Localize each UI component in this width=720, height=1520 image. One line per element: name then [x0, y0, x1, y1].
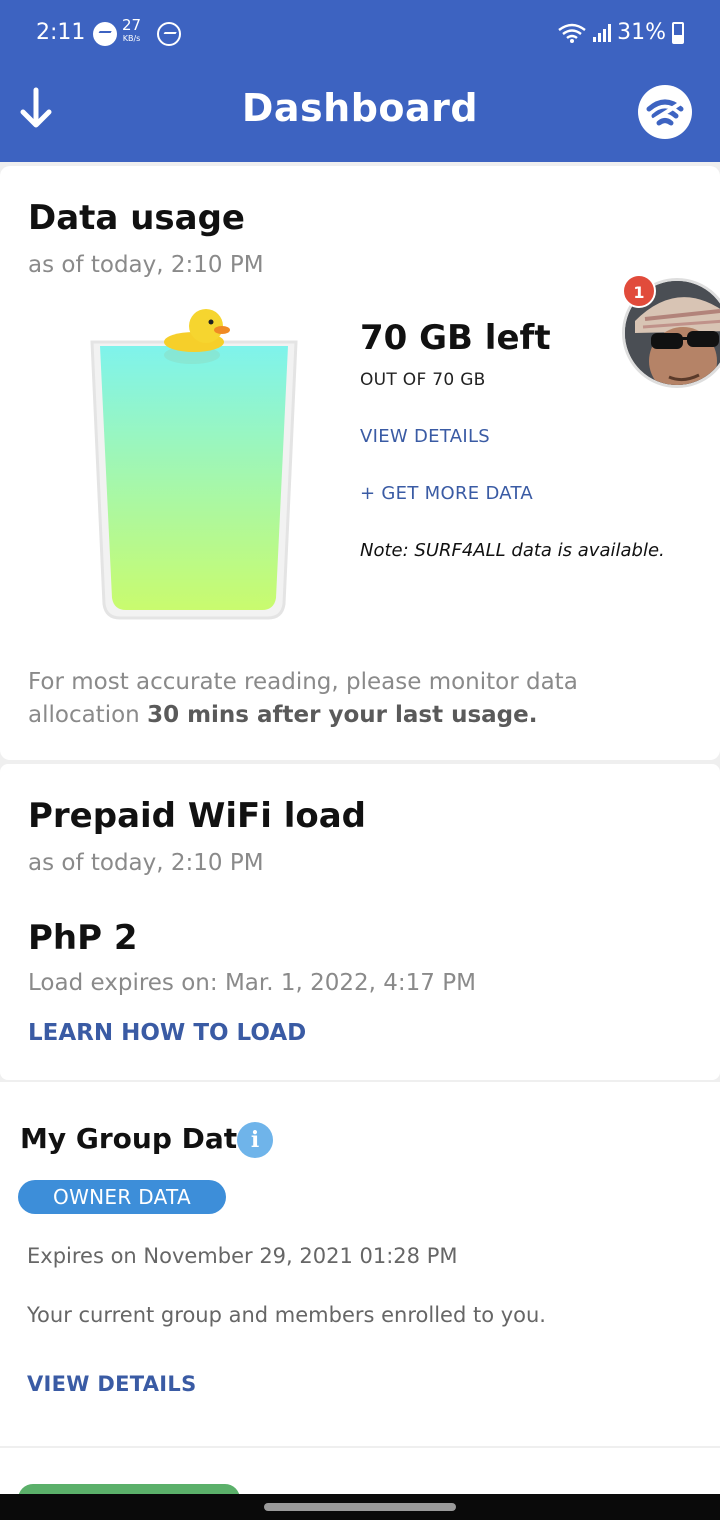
group-expiry: Expires on November 29, 2021 01:28 PM	[27, 1244, 458, 1268]
notification-badge: 1	[622, 274, 656, 308]
load-balance: PhP 2	[28, 918, 138, 958]
data-total: OUT OF 70 GB	[360, 370, 486, 390]
wifi-logo-button[interactable]	[638, 85, 692, 139]
app-header: 2:11 27 KB/s 31% Dashboard	[0, 0, 720, 162]
owner-data-tab[interactable]: OWNER DATA	[18, 1180, 226, 1214]
wifi-status-icon	[558, 23, 586, 43]
group-data-title: My Group Data	[20, 1122, 257, 1155]
status-time: 2:11	[36, 20, 86, 45]
data-usage-title: Data usage	[28, 198, 245, 238]
surf4all-note: Note: SURF4ALL data is available.	[360, 540, 665, 561]
messenger-icon	[93, 22, 117, 46]
battery-icon	[672, 21, 684, 44]
chat-head-bubble[interactable]: 1	[622, 274, 720, 388]
data-fill-level	[100, 346, 288, 610]
signal-icon	[593, 23, 612, 42]
group-view-details-link[interactable]: VIEW DETAILS	[27, 1372, 197, 1396]
data-glass-illustration	[90, 309, 298, 620]
status-right: 31%	[557, 20, 684, 45]
data-usage-timestamp: as of today, 2:10 PM	[28, 252, 264, 278]
network-speed-unit: KB/s	[122, 34, 141, 43]
info-icon[interactable]: i	[237, 1122, 273, 1158]
load-expiry: Load expires on: Mar. 1, 2022, 4:17 PM	[28, 970, 476, 996]
prepaid-title: Prepaid WiFi load	[28, 796, 367, 836]
footnote-bold: 30 mins after your last usage.	[147, 702, 538, 728]
learn-how-to-load-link[interactable]: LEARN HOW TO LOAD	[28, 1020, 306, 1046]
system-navigation-bar	[0, 1494, 720, 1520]
status-bar: 2:11 27 KB/s 31%	[0, 0, 720, 66]
network-speed: 27 KB/s	[122, 18, 141, 43]
page-title: Dashboard	[241, 86, 479, 130]
view-details-link[interactable]: VIEW DETAILS	[360, 426, 490, 447]
wifi-logo-icon	[644, 99, 686, 127]
data-usage-footnote: For most accurate reading, please monito…	[28, 666, 668, 732]
group-description: Your current group and members enrolled …	[27, 1303, 546, 1327]
messenger-outline-icon	[157, 22, 181, 46]
home-gesture-handle[interactable]	[264, 1503, 456, 1511]
battery-percent: 31%	[617, 20, 666, 45]
get-more-data-link[interactable]: + GET MORE DATA	[360, 483, 533, 504]
network-speed-value: 27	[122, 16, 142, 34]
data-remaining: 70 GB left	[360, 318, 551, 358]
prepaid-timestamp: as of today, 2:10 PM	[28, 850, 264, 876]
